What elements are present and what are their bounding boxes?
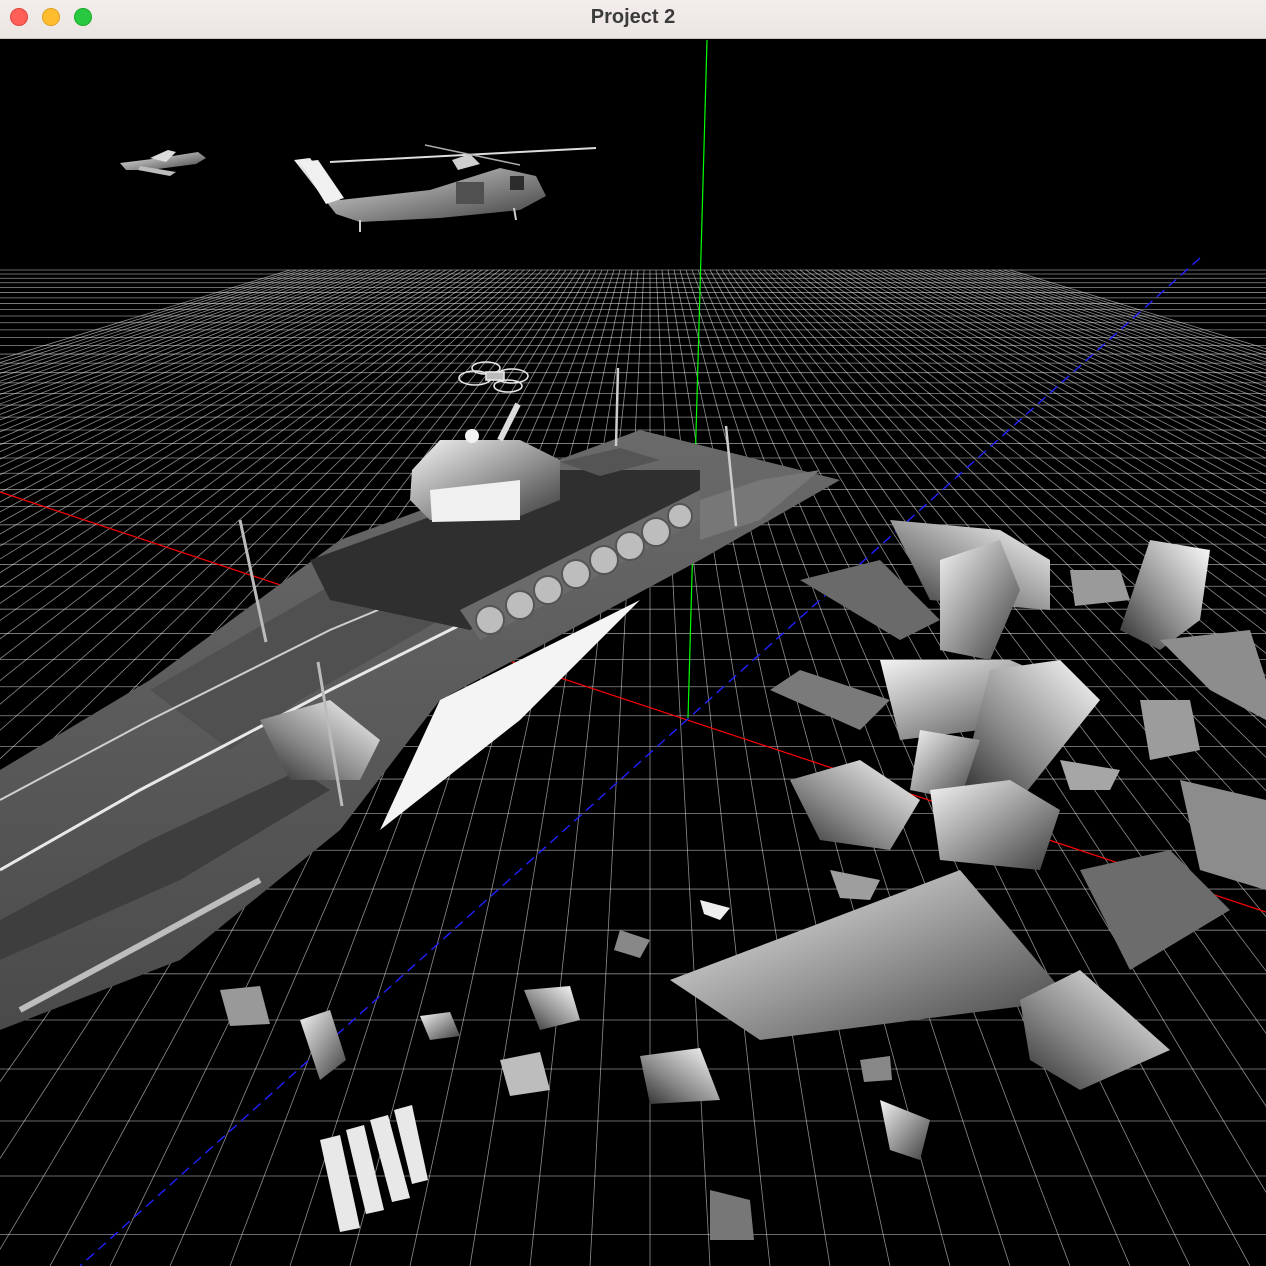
drone-model bbox=[458, 361, 529, 393]
3d-viewport[interactable] bbox=[0, 39, 1266, 1266]
airplane-model bbox=[120, 150, 206, 176]
window-titlebar: Project 2 bbox=[0, 0, 1266, 39]
window-title: Project 2 bbox=[590, 6, 676, 28]
helicopter-model bbox=[294, 144, 597, 232]
y-axis-line bbox=[687, 39, 708, 719]
scene-canvas bbox=[0, 39, 1266, 1266]
